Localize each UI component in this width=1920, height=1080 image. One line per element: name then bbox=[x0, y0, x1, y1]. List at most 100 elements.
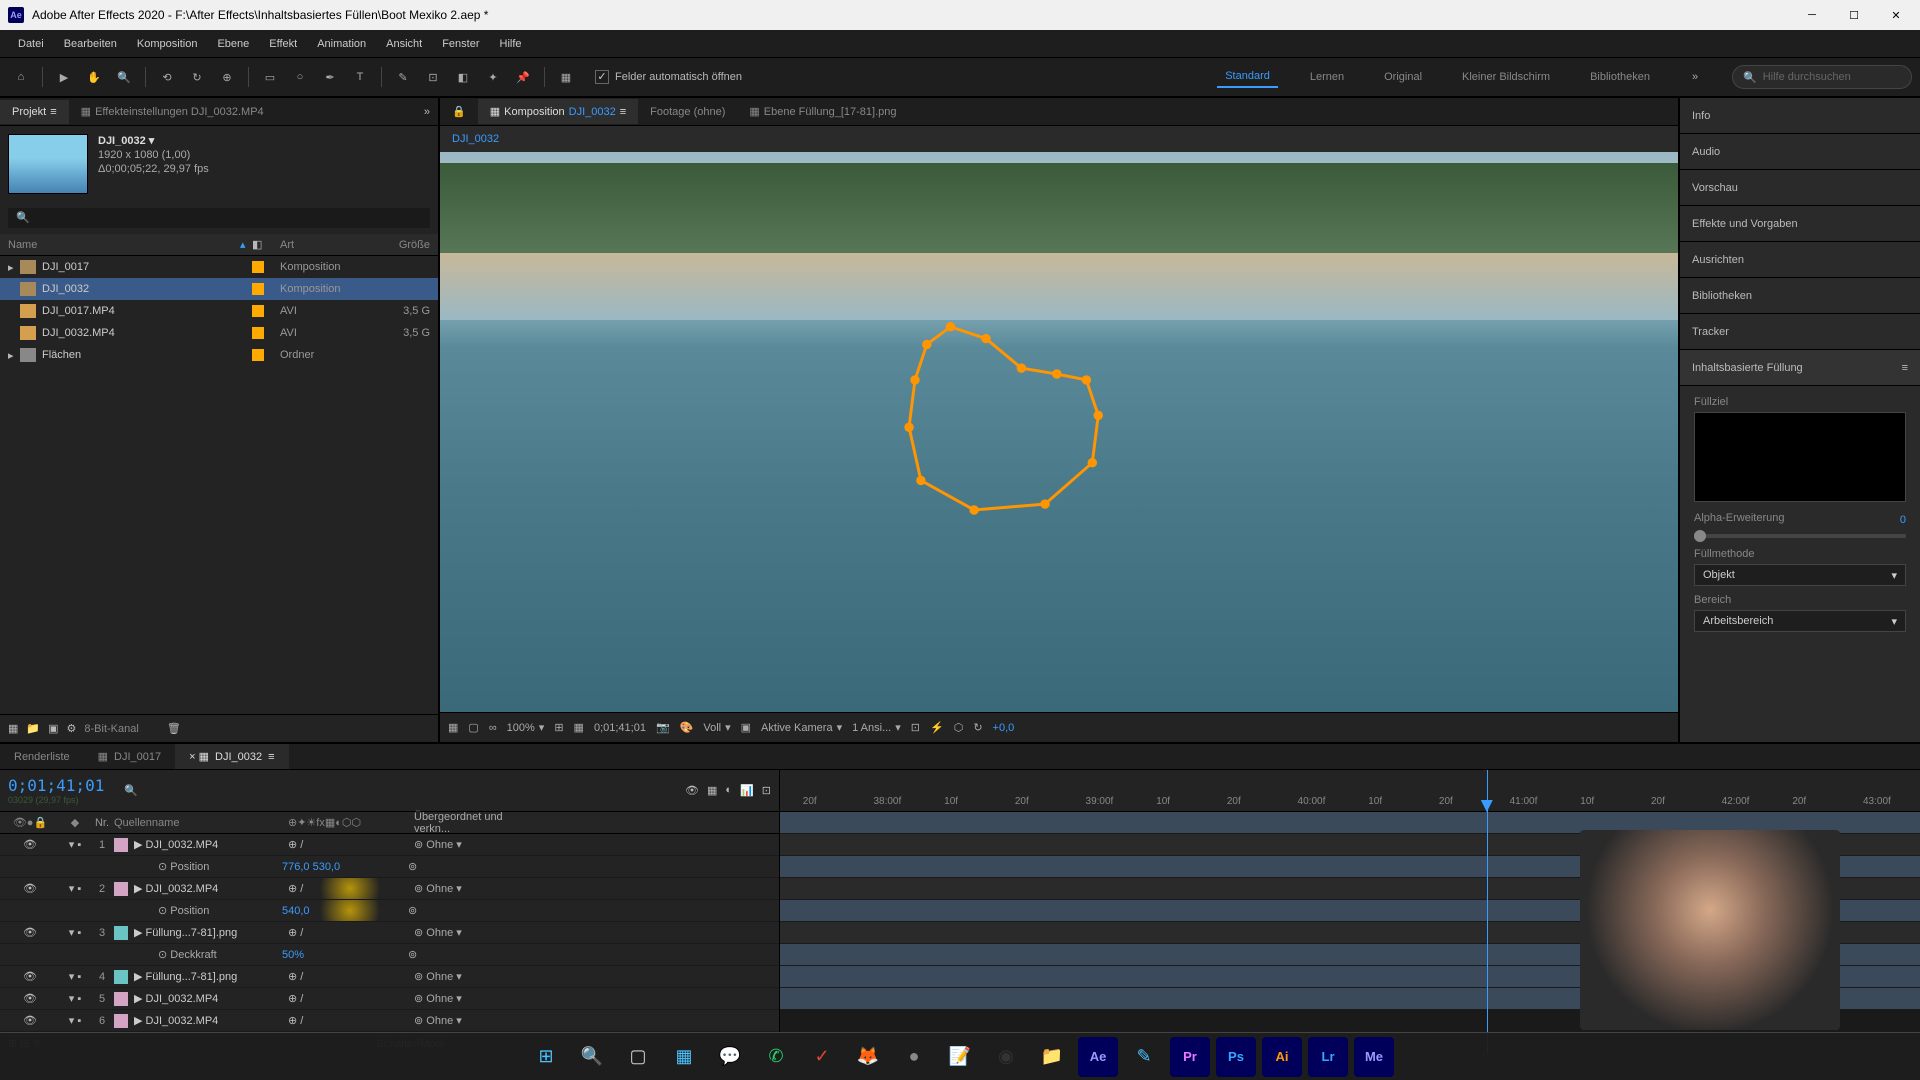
workspace-standard[interactable]: Standard bbox=[1217, 66, 1278, 88]
taskbar-widgets[interactable]: ▦ bbox=[664, 1037, 704, 1077]
workspace-original[interactable]: Original bbox=[1376, 67, 1430, 87]
taskbar-app2[interactable]: ✎ bbox=[1124, 1037, 1164, 1077]
exposure-value[interactable]: +0,0 bbox=[993, 722, 1015, 734]
selection-tool[interactable]: ▶ bbox=[51, 64, 77, 90]
panel-audio[interactable]: Audio bbox=[1680, 134, 1920, 170]
taskbar-lr[interactable]: Lr bbox=[1308, 1037, 1348, 1077]
channel-toggle[interactable]: ∞ bbox=[489, 722, 497, 734]
tab-projekt[interactable]: Projekt ≡ bbox=[0, 100, 69, 124]
project-item[interactable]: ▸ Flächen Ordner bbox=[0, 344, 438, 366]
tab-footage[interactable]: Footage (ohne) bbox=[638, 100, 737, 124]
comp-icon[interactable]: ▣ bbox=[48, 722, 58, 735]
timeline-layer[interactable]: 👁 ▾ ▪ 5 ▶ DJI_0032.MP4 ⊕ / ⊚ Ohne ▾ bbox=[0, 988, 779, 1010]
timeline-layer[interactable]: 👁 ▾ ▪ 2 ▶ DJI_0032.MP4 ⊕ / ⊚ Ohne ▾ bbox=[0, 878, 779, 900]
ellipse-tool[interactable]: ○ bbox=[287, 64, 313, 90]
col-parent[interactable]: Übergeordnet und verkn... bbox=[414, 811, 534, 835]
taskbar-explorer[interactable]: 📁 bbox=[1032, 1037, 1072, 1077]
interpret-icon[interactable]: ▦ bbox=[8, 722, 18, 735]
depth-icon[interactable]: ⚙ bbox=[67, 722, 77, 735]
panel-tracker[interactable]: Tracker bbox=[1680, 314, 1920, 350]
exposure-reset[interactable]: ↻ bbox=[973, 721, 982, 734]
mask-path[interactable] bbox=[861, 309, 1158, 522]
menu-datei[interactable]: Datei bbox=[8, 34, 54, 54]
shy-toggle[interactable]: 👁 bbox=[685, 784, 699, 797]
taskbar-whatsapp[interactable]: ✆ bbox=[756, 1037, 796, 1077]
3d-toggle[interactable]: ⬡ bbox=[954, 721, 964, 734]
project-item[interactable]: DJI_0032.MP4 AVI 3,5 G bbox=[0, 322, 438, 344]
layer-property[interactable]: ⊙ Deckkraft 50% ⊚ bbox=[0, 944, 779, 966]
timeline-layer[interactable]: 👁 ▾ ▪ 6 ▶ DJI_0032.MP4 ⊕ / ⊚ Ohne ▾ bbox=[0, 1010, 779, 1032]
workspace-bibliotheken[interactable]: Bibliotheken bbox=[1582, 67, 1658, 87]
snapshot-icon[interactable]: 📷 bbox=[656, 721, 670, 734]
panel-effekte[interactable]: Effekte und Vorgaben bbox=[1680, 206, 1920, 242]
taskbar-taskview[interactable]: ▢ bbox=[618, 1037, 658, 1077]
alpha-slider[interactable] bbox=[1694, 534, 1906, 538]
tab-ebene[interactable]: ▦ Ebene Füllung_[17-81].png bbox=[737, 99, 908, 124]
taskbar-firefox[interactable]: 🦊 bbox=[848, 1037, 888, 1077]
taskbar-todoist[interactable]: ✓ bbox=[802, 1037, 842, 1077]
motion-blur-toggle[interactable]: ◐ bbox=[725, 784, 732, 797]
puppet-tool[interactable]: 📌 bbox=[510, 64, 536, 90]
tab-dji0032[interactable]: × ▦ DJI_0032 ≡ bbox=[175, 744, 288, 769]
transparency-grid[interactable]: ▦ bbox=[574, 721, 584, 734]
comp-breadcrumb[interactable]: DJI_0032 bbox=[452, 133, 499, 145]
taskbar-search[interactable]: 🔍 bbox=[572, 1037, 612, 1077]
sort-icon[interactable]: ▴ bbox=[240, 238, 252, 251]
taskbar-ps[interactable]: Ps bbox=[1216, 1037, 1256, 1077]
folder-icon[interactable]: 📁 bbox=[26, 722, 40, 735]
taskbar-ae[interactable]: Ae bbox=[1078, 1037, 1118, 1077]
orbit-tool[interactable]: ⟲ bbox=[154, 64, 180, 90]
trash-icon[interactable]: 🗑 bbox=[167, 722, 181, 735]
fill-method-select[interactable]: Objekt ▾ bbox=[1694, 564, 1906, 586]
grid-toggle[interactable]: ▦ bbox=[448, 721, 458, 734]
project-item[interactable]: ▸ DJI_0017 Komposition bbox=[0, 256, 438, 278]
current-time-display[interactable]: 0;01;41;01 bbox=[594, 722, 646, 734]
project-item[interactable]: DJI_0032 Komposition bbox=[0, 278, 438, 300]
view-count-dropdown[interactable]: 1 Ansi... ▾ bbox=[852, 721, 901, 734]
taskbar-teams[interactable]: 💬 bbox=[710, 1037, 750, 1077]
timeline-search[interactable]: 🔍 bbox=[124, 784, 138, 797]
color-mgmt[interactable]: 🎨 bbox=[680, 721, 694, 734]
auto-open-checkbox[interactable] bbox=[595, 70, 609, 84]
timeline-layer[interactable]: 👁 ▾ ▪ 1 ▶ DJI_0032.MP4 ⊕ / ⊚ Ohne ▾ bbox=[0, 834, 779, 856]
text-tool[interactable]: T bbox=[347, 64, 373, 90]
taskbar-ai[interactable]: Ai bbox=[1262, 1037, 1302, 1077]
timeline-layer[interactable]: 👁 ▾ ▪ 4 ▶ Füllung...7-81].png ⊕ / ⊚ Ohne… bbox=[0, 966, 779, 988]
layer-property[interactable]: ⊙ Position 776,0 530,0 ⊚ bbox=[0, 856, 779, 878]
tab-komposition[interactable]: ▦ Komposition DJI_0032 ≡ bbox=[478, 99, 638, 124]
panel-ausrichten[interactable]: Ausrichten bbox=[1680, 242, 1920, 278]
col-size-header[interactable]: Größe bbox=[370, 239, 430, 251]
taskbar-start[interactable]: ⊞ bbox=[526, 1037, 566, 1077]
roi-icon[interactable]: ▣ bbox=[741, 721, 751, 734]
fast-preview[interactable]: ⚡ bbox=[930, 721, 944, 734]
menu-fenster[interactable]: Fenster bbox=[432, 34, 489, 54]
lock-icon[interactable]: 🔒 bbox=[440, 99, 478, 124]
rect-tool[interactable]: ▭ bbox=[257, 64, 283, 90]
taskbar-pr[interactable]: Pr bbox=[1170, 1037, 1210, 1077]
clone-tool[interactable]: ⊡ bbox=[420, 64, 446, 90]
menu-animation[interactable]: Animation bbox=[307, 34, 376, 54]
menu-hilfe[interactable]: Hilfe bbox=[490, 34, 532, 54]
snap-icon[interactable]: ▦ bbox=[553, 64, 579, 90]
taskbar-app1[interactable]: ● bbox=[894, 1037, 934, 1077]
close-button[interactable]: ✕ bbox=[1884, 3, 1908, 27]
frame-blend-toggle[interactable]: ▦ bbox=[707, 784, 717, 797]
project-item[interactable]: DJI_0017.MP4 AVI 3,5 G bbox=[0, 300, 438, 322]
maximize-button[interactable]: ☐ bbox=[1842, 3, 1866, 27]
col-source[interactable]: Quellenname bbox=[114, 817, 284, 829]
timeline-layer[interactable]: 👁 ▾ ▪ 3 ▶ Füllung...7-81].png ⊕ / ⊚ Ohne… bbox=[0, 922, 779, 944]
panel-content-aware-fill[interactable]: Inhaltsbasierte Füllung≡ bbox=[1680, 350, 1920, 386]
hand-tool[interactable]: ✋ bbox=[81, 64, 107, 90]
col-name-header[interactable]: Name bbox=[8, 239, 240, 251]
pen-tool[interactable]: ✒ bbox=[317, 64, 343, 90]
taskbar-notes[interactable]: 📝 bbox=[940, 1037, 980, 1077]
brush-tool[interactable]: ✎ bbox=[390, 64, 416, 90]
tab-dji0017[interactable]: ▦ DJI_0017 bbox=[84, 744, 176, 769]
project-search[interactable] bbox=[8, 208, 430, 228]
range-select[interactable]: Arbeitsbereich ▾ bbox=[1694, 610, 1906, 632]
rotate-tool[interactable]: ↻ bbox=[184, 64, 210, 90]
col-type-header[interactable]: Art bbox=[280, 239, 370, 251]
timeline-current-time[interactable]: 0;01;41;01 bbox=[8, 776, 104, 795]
eraser-tool[interactable]: ◧ bbox=[450, 64, 476, 90]
anchor-tool[interactable]: ⊕ bbox=[214, 64, 240, 90]
